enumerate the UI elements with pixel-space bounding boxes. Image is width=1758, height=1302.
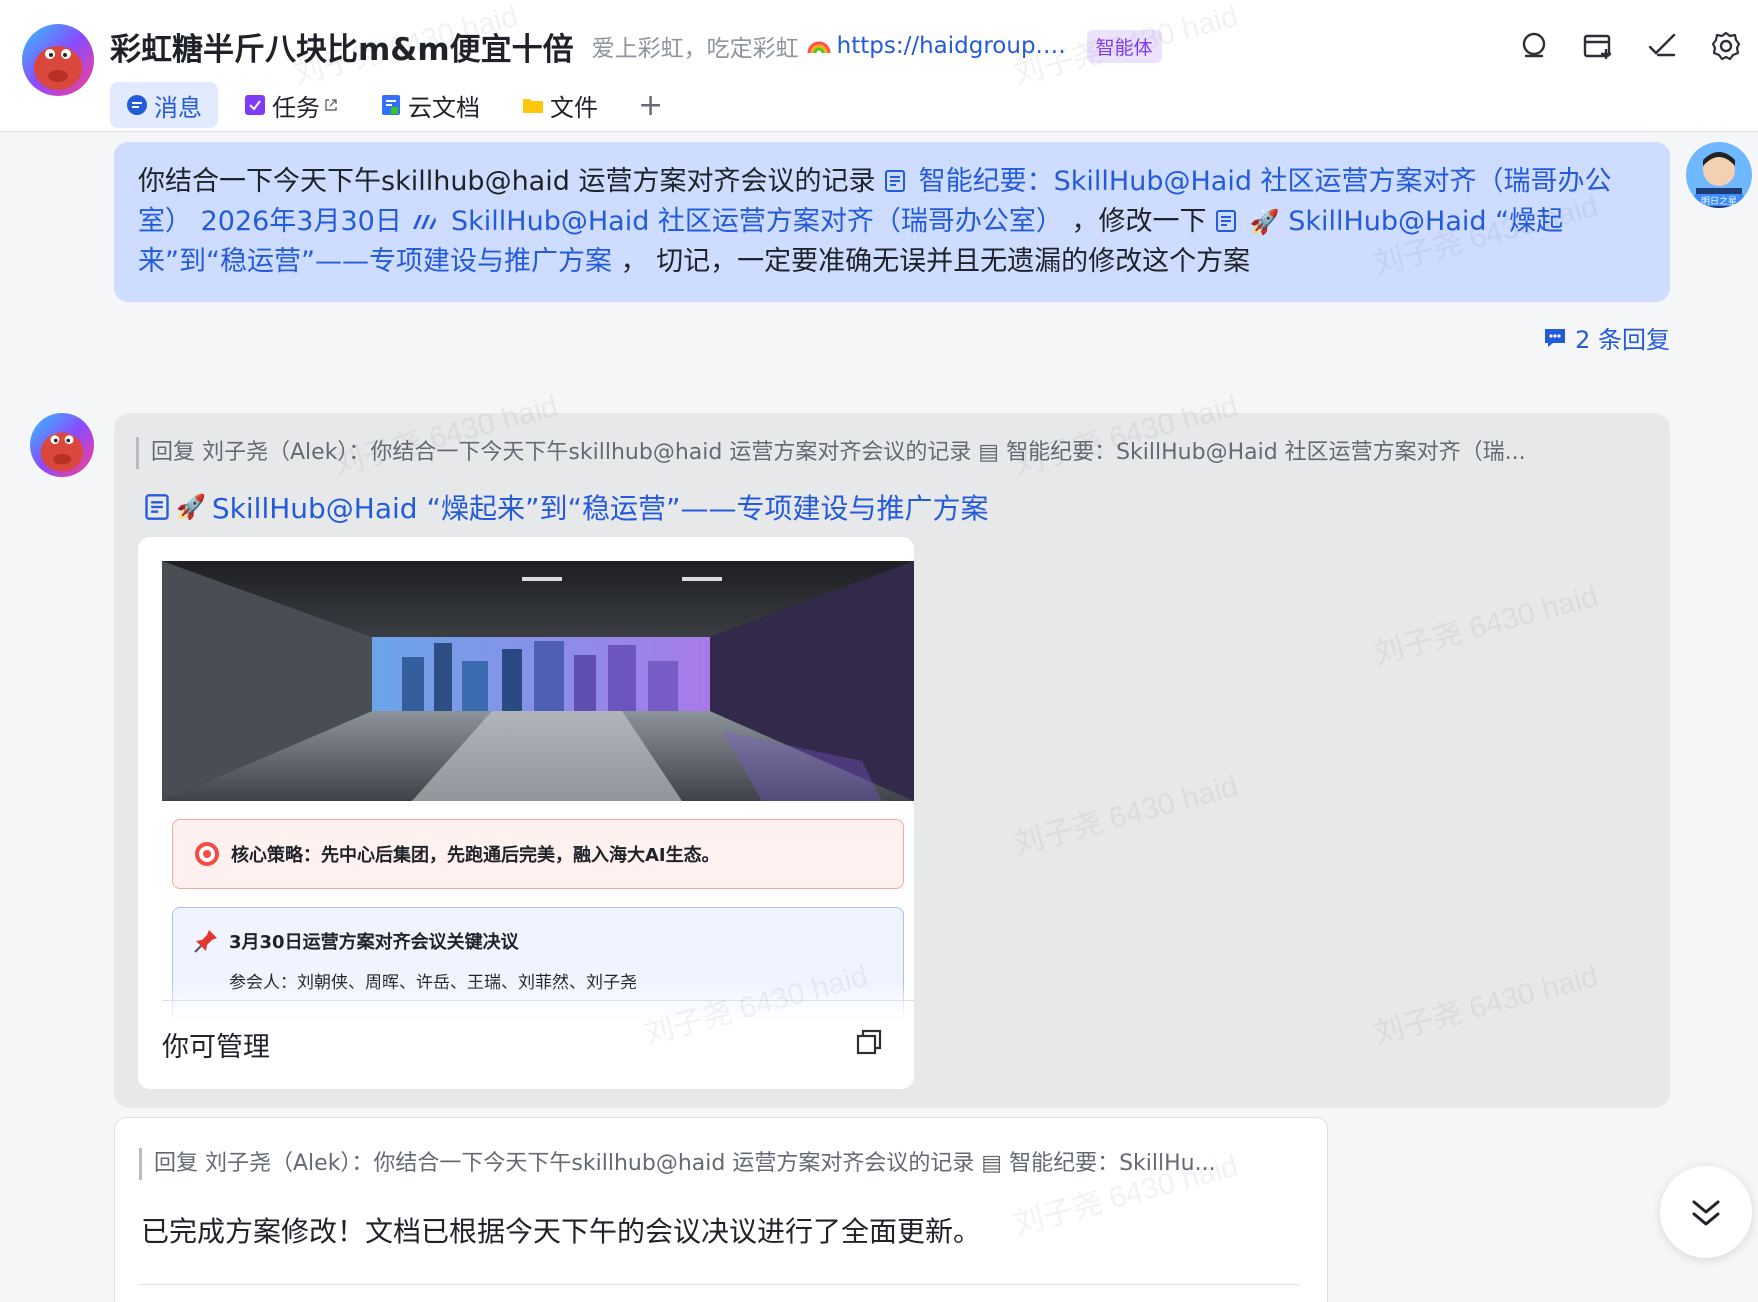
tab-files[interactable]: 文件	[506, 82, 614, 128]
add-window-icon[interactable]	[1566, 26, 1630, 66]
meeting-link[interactable]: SkillHub@Haid 社区运营方案对齐（瑞哥办公室）	[451, 206, 1063, 237]
tab-label: 消息	[154, 93, 202, 122]
doc-cover-image	[162, 561, 914, 801]
reply-quote[interactable]: 回复 刘子尧（Alek）：你结合一下今天下午skillhub@haid 运营方案…	[139, 1148, 1299, 1180]
divider	[162, 1000, 914, 1001]
agent-badge: 智能体	[1086, 29, 1162, 63]
title-row: 彩虹糖半斤八块比m&m便宜十倍 爱上彩虹，吃定彩虹 https://haidgr…	[110, 22, 1162, 70]
strategy-text: 核心策略：先中心后集团，先跑通后完美，融入海大AI生态。	[231, 845, 720, 866]
tab-docs[interactable]: 云文档	[364, 82, 496, 128]
replies-count: 2 条回复	[1575, 326, 1670, 354]
bot-reply-bubble[interactable]: 回复 刘子尧（Alek）：你结合一下今天下午skillhub@haid 运营方案…	[114, 1117, 1328, 1302]
strategy-callout: 核心策略：先中心后集团，先跑通后完美，融入海大AI生态。	[172, 819, 904, 889]
thread-replies-link[interactable]: 2 条回复	[1543, 320, 1670, 355]
external-link-icon	[325, 99, 337, 111]
group-link[interactable]: https://haidgroup.f...	[837, 33, 1069, 59]
folder-icon	[523, 99, 543, 113]
decision-title: 3月30日运营方案对齐会议关键决议	[229, 932, 519, 953]
rocket-icon: 🚀	[1249, 208, 1280, 236]
rainbow-icon	[807, 37, 831, 55]
bot-message-bubble[interactable]: 回复 刘子尧（Alek）：你结合一下今天下午skillhub@haid 运营方案…	[114, 413, 1670, 1108]
pin-icon	[194, 930, 217, 953]
group-avatar[interactable]	[22, 24, 94, 96]
user-avatar[interactable]: 明日之星	[1686, 142, 1752, 208]
chat-header: 彩虹糖半斤八块比m&m便宜十倍 爱上彩虹，吃定彩虹 https://haidgr…	[0, 0, 1758, 132]
doc-preview-card[interactable]: 核心策略：先中心后集团，先跑通后完美，融入海大AI生态。 3月30日运营方案对齐…	[138, 537, 914, 1089]
message-text: 你结合一下今天下午skillhub@haid 运营方案对齐会议的记录	[138, 166, 876, 197]
tab-label: 文件	[550, 93, 598, 122]
tab-tasks[interactable]: 任务	[228, 82, 354, 128]
doc-icon	[1216, 210, 1237, 232]
user-message-bubble[interactable]: 你结合一下今天下午skillhub@haid 运营方案对齐会议的记录 智能纪要：…	[114, 142, 1670, 302]
bot-avatar[interactable]	[30, 413, 94, 477]
copy-icon[interactable]	[854, 1027, 884, 1057]
group-description: 爱上彩虹，吃定彩虹	[591, 36, 799, 62]
preview-fade	[162, 983, 914, 1019]
tab-label: 任务	[272, 93, 320, 122]
message-text: ，修改一下	[1071, 206, 1207, 237]
permission-label: 你可管理	[162, 1032, 270, 1063]
tab-label: 云文档	[408, 93, 480, 122]
message-text: ， 切记，一定要准确无误并且无遗漏的修改这个方案	[620, 246, 1251, 277]
doc-icon	[382, 95, 400, 115]
divider	[139, 1284, 1299, 1285]
reply-quote[interactable]: 回复 刘子尧（Alek）：你结合一下今天下午skillhub@haid 运营方案…	[136, 437, 1636, 469]
gear-icon[interactable]	[1694, 26, 1758, 66]
tab-messages[interactable]: 消息	[110, 82, 218, 128]
tab-bar: 消息 任务 云文档 文件 +	[110, 82, 677, 128]
rocket-icon: 🚀	[176, 493, 206, 521]
avatar-badge-label: 明日之星	[1701, 195, 1737, 207]
task-icon	[245, 95, 265, 115]
edit-icon[interactable]	[1630, 26, 1694, 66]
doc-icon	[145, 494, 169, 520]
scroll-to-bottom-button[interactable]	[1660, 1166, 1752, 1258]
doc-title-link[interactable]: 🚀 SkillHub@Haid “燥起来”到“稳运营”——专项建设与推广方案	[144, 487, 988, 527]
header-toolbar	[1502, 26, 1758, 66]
meeting-icon	[413, 215, 437, 229]
doc-icon	[885, 170, 906, 192]
double-chevron-down-icon	[1692, 1200, 1720, 1226]
reply-text: 已完成方案修改！文档已根据今天下午的会议决议进行了全面更新。	[141, 1215, 982, 1248]
add-tab-button[interactable]: +	[624, 88, 677, 123]
chat-icon	[127, 95, 147, 115]
group-name[interactable]: 彩虹糖半斤八块比m&m便宜十倍	[110, 24, 574, 69]
comment-icon	[1545, 328, 1566, 347]
search-icon[interactable]	[1502, 26, 1566, 66]
doc-title: SkillHub@Haid “燥起来”到“稳运营”——专项建设与推广方案	[211, 492, 989, 525]
target-icon	[195, 842, 219, 866]
